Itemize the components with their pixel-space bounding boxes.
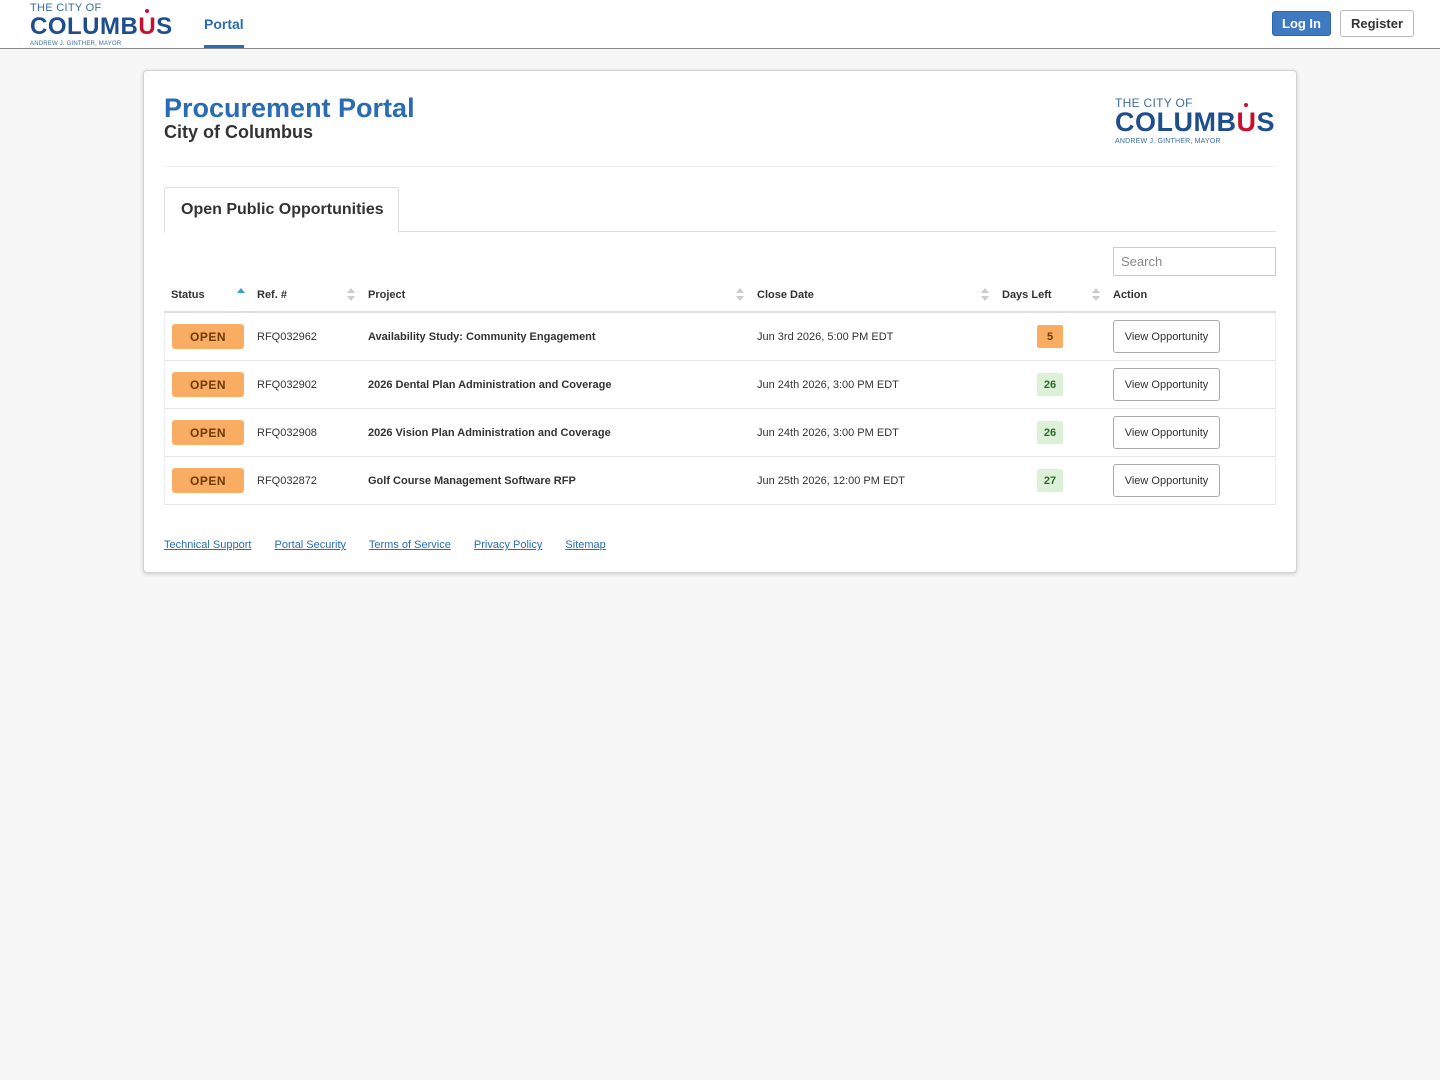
register-button[interactable]: Register	[1340, 10, 1414, 37]
footer-link-portal-security[interactable]: Portal Security	[275, 539, 347, 551]
tabs: Open Public Opportunities	[164, 187, 1276, 233]
footer-link-technical-support[interactable]: Technical Support	[164, 539, 251, 551]
column-header-close-date[interactable]: Close Date	[757, 289, 814, 301]
divider	[164, 166, 1276, 167]
status-badge: OPEN	[172, 324, 244, 349]
search-input[interactable]	[1113, 247, 1276, 276]
status-badge: OPEN	[172, 468, 244, 493]
column-header-status[interactable]: Status	[171, 289, 205, 301]
logo-wordmark: COLUMBU S	[30, 9, 173, 39]
table-row: OPEN RFQ032962 Availability Study: Commu…	[165, 313, 1275, 361]
view-opportunity-button[interactable]: View Opportunity	[1113, 368, 1220, 401]
ref-number: RFQ032908	[257, 426, 317, 439]
logo-wordmark: COLUMBU S	[1115, 103, 1275, 136]
top-navbar: THE CITY OF COLUMBU S ANDREW J. GINTHER, …	[0, 0, 1440, 49]
procurement-card: Procurement Portal City of Columbus THE …	[143, 70, 1297, 573]
view-opportunity-button[interactable]: View Opportunity	[1113, 416, 1220, 449]
footer-links: Technical Support Portal Security Terms …	[164, 539, 626, 551]
footer-link-privacy-policy[interactable]: Privacy Policy	[474, 539, 542, 551]
table-row: OPEN RFQ032908 2026 Vision Plan Administ…	[165, 409, 1275, 457]
table-body: OPEN RFQ032962 Availability Study: Commu…	[164, 313, 1276, 505]
nav-tab-portal[interactable]: Portal	[204, 0, 244, 49]
view-opportunity-button[interactable]: View Opportunity	[1113, 320, 1220, 353]
close-date: Jun 24th 2026, 3:00 PM EDT	[757, 426, 899, 439]
sort-icon[interactable]	[347, 287, 355, 303]
sort-icon[interactable]	[736, 287, 744, 303]
ref-number: RFQ032902	[257, 378, 317, 391]
ref-number: RFQ032962	[257, 330, 317, 343]
opportunities-table: Status Ref. # Project Close Date Days Le…	[164, 283, 1276, 505]
column-header-action: Action	[1113, 289, 1148, 301]
days-left-badge: 26	[1037, 421, 1063, 444]
project-name: 2026 Dental Plan Administration and Cove…	[368, 378, 612, 391]
status-badge: OPEN	[172, 372, 244, 397]
page-subtitle: City of Columbus	[164, 122, 313, 142]
days-left-badge: 27	[1037, 469, 1063, 492]
project-name: Golf Course Management Software RFP	[368, 474, 576, 487]
project-name: 2026 Vision Plan Administration and Cove…	[368, 426, 611, 439]
column-header-ref[interactable]: Ref. #	[257, 289, 287, 301]
column-header-days-left[interactable]: Days Left	[1002, 289, 1052, 301]
close-date: Jun 25th 2026, 12:00 PM EDT	[757, 474, 905, 487]
table-header: Status Ref. # Project Close Date Days Le…	[164, 283, 1276, 313]
logo-mayor-line: ANDREW J. GINTHER, MAYOR	[30, 41, 122, 47]
page-title: Procurement Portal	[164, 93, 415, 123]
table-row: OPEN RFQ032902 2026 Dental Plan Administ…	[165, 361, 1275, 409]
sort-asc-icon[interactable]	[237, 287, 245, 303]
close-date: Jun 3rd 2026, 5:00 PM EDT	[757, 330, 894, 343]
login-button[interactable]: Log In	[1272, 11, 1331, 36]
sort-icon[interactable]	[1092, 287, 1100, 303]
close-date: Jun 24th 2026, 3:00 PM EDT	[757, 378, 899, 391]
status-badge: OPEN	[172, 420, 244, 445]
logo-mayor-line: ANDREW J. GINTHER, MAYOR	[1115, 138, 1221, 145]
days-left-badge: 26	[1037, 373, 1063, 396]
days-left-badge: 5	[1037, 325, 1063, 348]
sort-icon[interactable]	[981, 287, 989, 303]
column-header-project[interactable]: Project	[368, 289, 405, 301]
city-of-columbus-logo[interactable]: THE CITY OF COLUMBU S ANDREW J. GINTHER, …	[30, 3, 173, 48]
table-row: OPEN RFQ032872 Golf Course Management So…	[165, 457, 1275, 505]
footer-link-terms-of-service[interactable]: Terms of Service	[369, 539, 451, 551]
ref-number: RFQ032872	[257, 474, 317, 487]
footer-link-sitemap[interactable]: Sitemap	[565, 539, 605, 551]
view-opportunity-button[interactable]: View Opportunity	[1113, 464, 1220, 497]
project-name: Availability Study: Community Engagement	[368, 330, 596, 343]
card-city-logo: THE CITY OF COLUMBU S ANDREW J. GINTHER, …	[1115, 97, 1275, 145]
tab-open-public-opportunities[interactable]: Open Public Opportunities	[164, 187, 399, 233]
